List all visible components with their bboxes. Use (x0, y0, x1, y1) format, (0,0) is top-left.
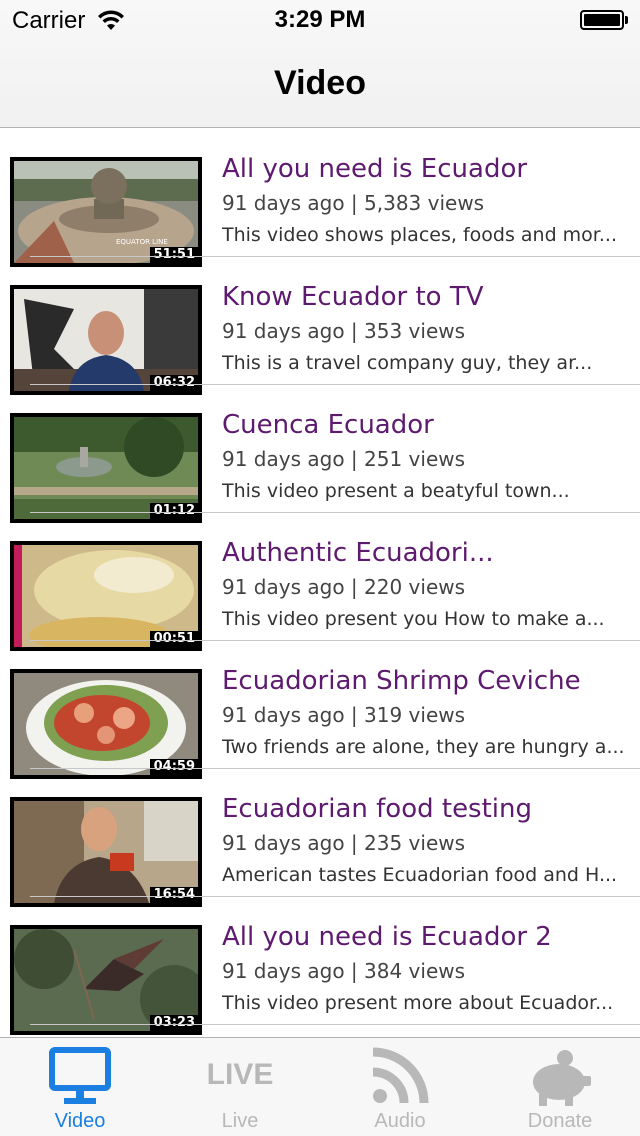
video-title[interactable]: All you need is Ecuador (222, 153, 630, 185)
video-age: 91 days ago (222, 959, 345, 983)
video-age: 91 days ago (222, 319, 345, 343)
video-row[interactable]: 06:32 Know Ecuador to TV 91 days ago | 3… (0, 257, 640, 395)
video-meta: 91 days ago | 319 views (222, 703, 466, 727)
tab-bar: Video LIVE Live Audio Donate (0, 1037, 640, 1136)
video-description: This video present a beatyful town... (222, 480, 570, 502)
video-age: 91 days ago (222, 831, 345, 855)
video-info: Ecuadorian food testing 91 days ago | 23… (222, 793, 630, 889)
video-thumbnail[interactable]: EQUATOR LINE 51:51 (10, 157, 202, 267)
duration-badge: 03:23 (149, 1015, 198, 1031)
battery-icon (580, 10, 628, 30)
video-row[interactable]: 16:54 Ecuadorian food testing 91 days ag… (0, 769, 640, 907)
video-age: 91 days ago (222, 191, 345, 215)
video-meta: 91 days ago | 384 views (222, 959, 466, 983)
video-description: This video present more about Ecuador... (222, 992, 614, 1014)
video-description: This video shows places, foods and mor..… (222, 224, 617, 246)
tab-donate[interactable]: Donate (480, 1038, 640, 1136)
video-thumbnail[interactable]: 16:54 (10, 797, 202, 907)
video-thumbnail[interactable]: 06:32 (10, 285, 202, 395)
video-meta: 91 days ago | 5,383 views (222, 191, 485, 215)
video-age: 91 days ago (222, 575, 345, 599)
video-description: This is a travel company guy, they ar... (222, 352, 593, 374)
svg-text:LIVE: LIVE (207, 1058, 274, 1091)
video-info: All you need is Ecuador 2 91 days ago | … (222, 921, 630, 1017)
video-info: All you need is Ecuador 91 days ago | 5,… (222, 153, 630, 249)
video-meta: 91 days ago | 220 views (222, 575, 466, 599)
page-title: Video (274, 64, 366, 102)
tab-label: Live (221, 1110, 259, 1132)
video-views: 319 views (364, 703, 466, 727)
navigation-bar: Carrier 3:29 PM Video (0, 0, 640, 128)
video-thumbnail[interactable]: 04:59 (10, 669, 202, 779)
video-thumbnail[interactable]: 01:12 (10, 413, 202, 523)
video-views: 384 views (364, 959, 466, 983)
video-row[interactable]: 03:23 All you need is Ecuador 2 91 days … (0, 897, 640, 1035)
video-views: 235 views (364, 831, 466, 855)
tab-label: Donate (527, 1110, 593, 1132)
video-row[interactable]: 04:59 Ecuadorian Shrimp Ceviche 91 days … (0, 641, 640, 779)
video-meta: 91 days ago | 251 views (222, 447, 466, 471)
video-views: 353 views (364, 319, 466, 343)
video-description: American tastes Ecuadorian food and H... (222, 864, 618, 886)
video-description: This video present you How to make a... (222, 608, 605, 630)
video-info: Ecuadorian Shrimp Ceviche 91 days ago | … (222, 665, 630, 761)
video-views: 220 views (364, 575, 466, 599)
video-meta: 91 days ago | 353 views (222, 319, 466, 343)
video-info: Know Ecuador to TV 91 days ago | 353 vie… (222, 281, 630, 377)
screen: Carrier 3:29 PM Video EQUATOR LINE 51:51 (0, 0, 640, 1136)
tab-video[interactable]: Video (0, 1038, 160, 1136)
video-row[interactable]: 01:12 Cuenca Ecuador 91 days ago | 251 v… (0, 385, 640, 523)
tab-audio[interactable]: Audio (320, 1038, 480, 1136)
clock: 3:29 PM (274, 6, 366, 33)
video-title[interactable]: Ecuadorian Shrimp Ceviche (222, 665, 630, 697)
video-list[interactable]: EQUATOR LINE 51:51 All you need is Ecuad… (0, 129, 640, 1037)
video-views: 5,383 views (364, 191, 485, 215)
video-title[interactable]: All you need is Ecuador 2 (222, 921, 630, 953)
row-separator (30, 1024, 640, 1025)
tab-label: Audio (374, 1110, 426, 1132)
video-age: 91 days ago (222, 447, 345, 471)
tab-live[interactable]: LIVE Live (160, 1038, 320, 1136)
video-title[interactable]: Cuenca Ecuador (222, 409, 630, 441)
video-row[interactable]: 00:51 Authentic Ecuadori... 91 days ago … (0, 513, 640, 651)
video-thumbnail[interactable]: 00:51 (10, 541, 202, 651)
video-info: Cuenca Ecuador 91 days ago | 251 views T… (222, 409, 630, 505)
svg-text:EQUATOR LINE: EQUATOR LINE (116, 238, 168, 246)
video-views: 251 views (364, 447, 466, 471)
status-bar: Carrier 3:29 PM (0, 0, 640, 40)
video-title[interactable]: Know Ecuador to TV (222, 281, 630, 313)
video-title[interactable]: Authentic Ecuadori... (222, 537, 630, 569)
video-meta: 91 days ago | 235 views (222, 831, 466, 855)
video-thumbnail[interactable]: 03:23 (10, 925, 202, 1035)
video-age: 91 days ago (222, 703, 345, 727)
video-info: Authentic Ecuadori... 91 days ago | 220 … (222, 537, 630, 633)
tab-label: Video (54, 1110, 106, 1132)
video-title[interactable]: Ecuadorian food testing (222, 793, 630, 825)
video-row[interactable]: EQUATOR LINE 51:51 All you need is Ecuad… (0, 129, 640, 267)
video-description: Two friends are alone, they are hungry a… (222, 736, 625, 758)
